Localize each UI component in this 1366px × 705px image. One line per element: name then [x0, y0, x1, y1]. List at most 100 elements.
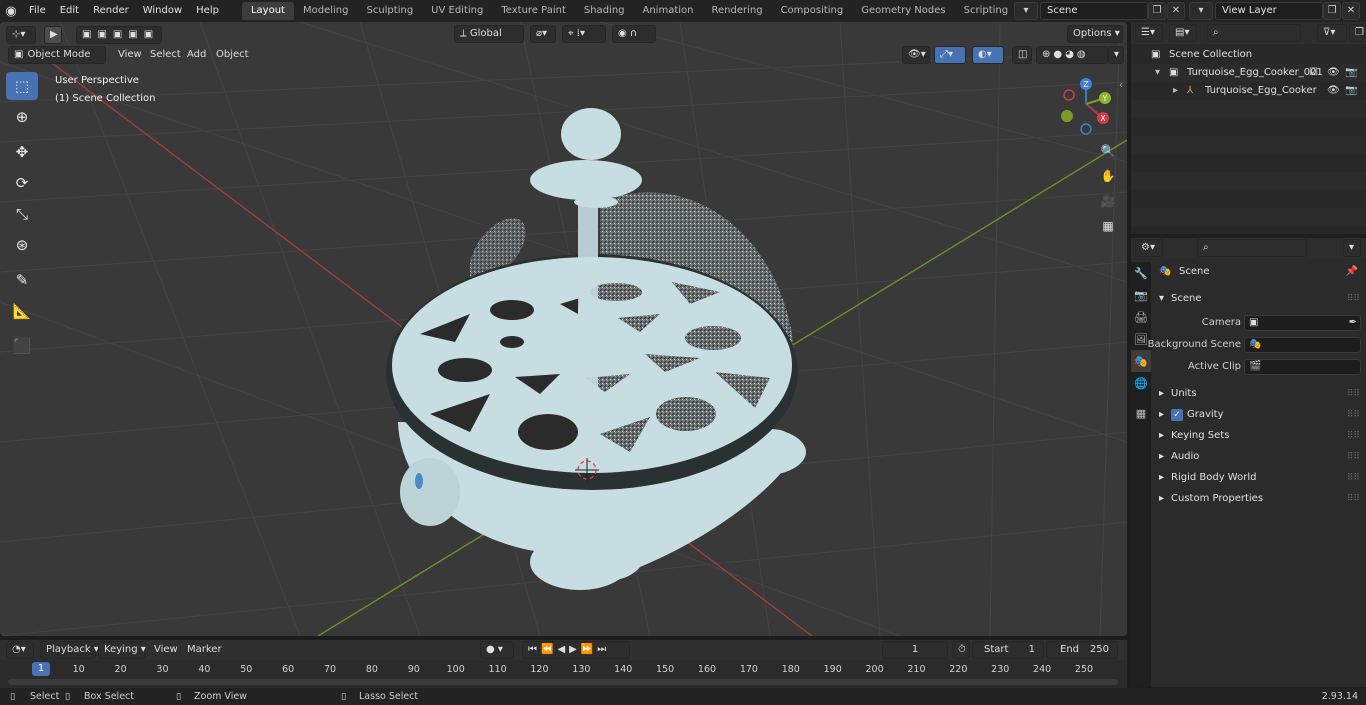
scene-name-field[interactable]: Scene [1040, 2, 1148, 20]
tab-modeling[interactable]: Modeling [294, 2, 358, 20]
scene-selector-icon[interactable]: ▾ [1014, 2, 1038, 20]
render-tab-icon[interactable]: 📷 [1131, 284, 1151, 306]
menu-window[interactable]: Window [136, 0, 189, 22]
properties-options-icon[interactable]: ▾ [1343, 239, 1361, 257]
expand-arrow-icon[interactable]: ▸ [1173, 82, 1178, 100]
new-scene-icon[interactable]: ❐ [1148, 2, 1166, 20]
navigation-gizmo[interactable]: X Y Z [1056, 74, 1120, 138]
view-layer-field[interactable]: View Layer [1215, 2, 1323, 20]
tab-texture-paint[interactable]: Texture Paint [492, 2, 575, 20]
move-icon[interactable]: ✥ [6, 138, 38, 166]
select-box-icon[interactable]: ⬚ [6, 72, 38, 100]
exclude-checkbox-icon[interactable]: ☑ [1309, 64, 1318, 82]
stopwatch-icon[interactable]: ⏱ [952, 641, 970, 659]
gizmo-toggle-icon[interactable]: ⤢▾ [934, 46, 966, 64]
marker-menu[interactable]: Marker [187, 641, 222, 659]
add-cube-icon[interactable]: ⬛ [6, 332, 38, 360]
pin-icon[interactable]: 📌 [1346, 262, 1358, 282]
current-frame-field[interactable]: 1 [882, 641, 948, 659]
timeline-view-menu[interactable]: View [154, 641, 178, 659]
scale-icon[interactable]: ⤡ [6, 200, 38, 228]
texture-tab-icon[interactable]: ▦ [1131, 402, 1151, 424]
editor-type-icon[interactable]: ⊹▾ [6, 26, 36, 44]
zoom-icon[interactable]: 🔍 [1097, 140, 1119, 162]
measure-icon[interactable]: 📐 [6, 297, 38, 325]
drag-handle-icon[interactable]: ⠿⠿ [1347, 405, 1360, 425]
outliner-editor-type-icon[interactable]: ☰▾ [1135, 24, 1163, 42]
select-tool-icon[interactable]: ▶ [44, 26, 62, 44]
menu-view[interactable]: View [118, 46, 142, 64]
ortho-toggle-icon[interactable]: ▦ [1097, 215, 1119, 237]
menu-object[interactable]: Object [216, 46, 249, 64]
cursor-icon[interactable]: ⊕ [6, 103, 38, 131]
sidebar-toggle-icon[interactable]: ‹ [1119, 80, 1123, 91]
tab-shading[interactable]: Shading [575, 2, 634, 20]
tab-sculpting[interactable]: Sculpting [357, 2, 422, 20]
record-icon[interactable]: ● ▾ [480, 641, 514, 659]
pan-hand-icon[interactable]: ✋ [1097, 165, 1119, 187]
output-tab-icon[interactable]: 🖨 [1131, 306, 1151, 328]
xray-toggle-icon[interactable]: ◫ [1012, 46, 1032, 64]
visibility-icon[interactable]: 👁▾ [902, 46, 930, 64]
expand-arrow-icon[interactable]: ▾ [1155, 64, 1160, 82]
shading-mode-icons[interactable]: ⊕●◕◍ [1036, 46, 1108, 64]
new-view-layer-icon[interactable]: ❐ [1323, 2, 1341, 20]
drag-handle-icon[interactable]: ⠿⠿ [1347, 447, 1360, 467]
panel-keying-sets[interactable]: ▸ Keying Sets ⠿⠿ [1153, 426, 1366, 446]
outliner-row-object[interactable]: ▸ ⅄ Turquoise_Egg_Cooker 👁 📷 [1131, 82, 1366, 100]
outliner-row-scene-collection[interactable]: ▣ Scene Collection [1131, 46, 1366, 64]
drag-handle-icon[interactable]: ⠿⠿ [1347, 489, 1360, 509]
tab-scripting[interactable]: Scripting [955, 2, 1017, 20]
tab-geometry-nodes[interactable]: Geometry Nodes [852, 2, 954, 20]
pivot-point-icon[interactable]: ⌀▾ [530, 25, 556, 43]
camera-view-icon[interactable]: 🎥 [1097, 190, 1119, 212]
view-layer-selector-icon[interactable]: ▾ [1189, 2, 1213, 20]
panel-gravity[interactable]: ▸ ✓ Gravity ⠿⠿ [1153, 405, 1366, 425]
3d-viewport[interactable]: ⊹▾ ▣ Object Mode View Select Add Object ▶… [0, 22, 1127, 636]
visibility-eye-icon[interactable]: 👁 [1327, 82, 1340, 100]
drag-handle-icon[interactable]: ⠿⠿ [1347, 289, 1360, 309]
transform-orientation-select[interactable]: ⟂ Global [454, 25, 524, 43]
delete-scene-icon[interactable]: ✕ [1167, 2, 1185, 20]
timeline-scrollbar[interactable] [8, 679, 1118, 685]
menu-render[interactable]: Render [86, 0, 136, 22]
properties-search-input[interactable]: ⌕ [1197, 239, 1307, 257]
start-frame-field[interactable]: Start 1 [972, 641, 1044, 659]
transform-icon[interactable]: ⊛ [6, 231, 38, 259]
display-mode-icon[interactable]: ▤▾ [1169, 24, 1197, 42]
tab-uv-editing[interactable]: UV Editing [422, 2, 492, 20]
delete-view-layer-icon[interactable]: ✕ [1342, 2, 1360, 20]
panel-scene[interactable]: ▾ Scene ⠿⠿ [1153, 289, 1366, 309]
outliner-search-input[interactable]: ⌕ [1207, 24, 1301, 42]
timeline-current-frame-marker[interactable]: 1 [32, 662, 50, 676]
new-collection-icon[interactable]: ❐ [1349, 24, 1365, 42]
menu-add[interactable]: Add [187, 46, 206, 64]
outliner-row-object-001[interactable]: ▾ ▣ Turquoise_Egg_Cooker_001 ☑ 👁 📷 [1131, 64, 1366, 82]
options-button[interactable]: Options ▾ [1067, 25, 1123, 43]
mode-selector[interactable]: ▣ Object Mode [8, 46, 106, 64]
camera-field[interactable]: ▣ ✒ [1244, 315, 1361, 331]
playback-controls[interactable]: ⏮⏪◀▶⏩⏭ [522, 641, 630, 659]
timeline-editor-type-icon[interactable]: ◔▾ [6, 641, 34, 659]
active-clip-field[interactable]: 🎬 [1244, 359, 1361, 375]
tab-rendering[interactable]: Rendering [702, 2, 771, 20]
world-tab-icon[interactable]: 🌐 [1131, 372, 1151, 394]
annotate-icon[interactable]: ✎ [6, 266, 38, 294]
drag-handle-icon[interactable]: ⠿⠿ [1347, 426, 1360, 446]
panel-rigid-body-world[interactable]: ▸ Rigid Body World ⠿⠿ [1153, 468, 1366, 488]
menu-edit[interactable]: Edit [53, 0, 86, 22]
tab-layout[interactable]: Layout [241, 2, 294, 20]
tab-compositing[interactable]: Compositing [772, 2, 853, 20]
blender-logo-icon[interactable]: ◉ [0, 0, 22, 22]
menu-select[interactable]: Select [150, 46, 181, 64]
proportional-edit-icon[interactable]: ◉ ∩ [612, 25, 656, 43]
menu-help[interactable]: Help [189, 0, 226, 22]
snap-icon[interactable]: ⌖ ⁞▾ [562, 25, 606, 43]
render-camera-icon[interactable]: 📷 [1345, 64, 1357, 82]
panel-custom-properties[interactable]: ▸ Custom Properties ⠿⠿ [1153, 489, 1366, 509]
keying-menu[interactable]: Keying ▾ [98, 641, 146, 659]
tab-animation[interactable]: Animation [634, 2, 703, 20]
tool-tab-icon[interactable]: 🔧 [1131, 262, 1151, 284]
overlay-toggle-icon[interactable]: ◐▾ [972, 46, 1004, 64]
panel-units[interactable]: ▸ Units ⠿⠿ [1153, 384, 1366, 404]
